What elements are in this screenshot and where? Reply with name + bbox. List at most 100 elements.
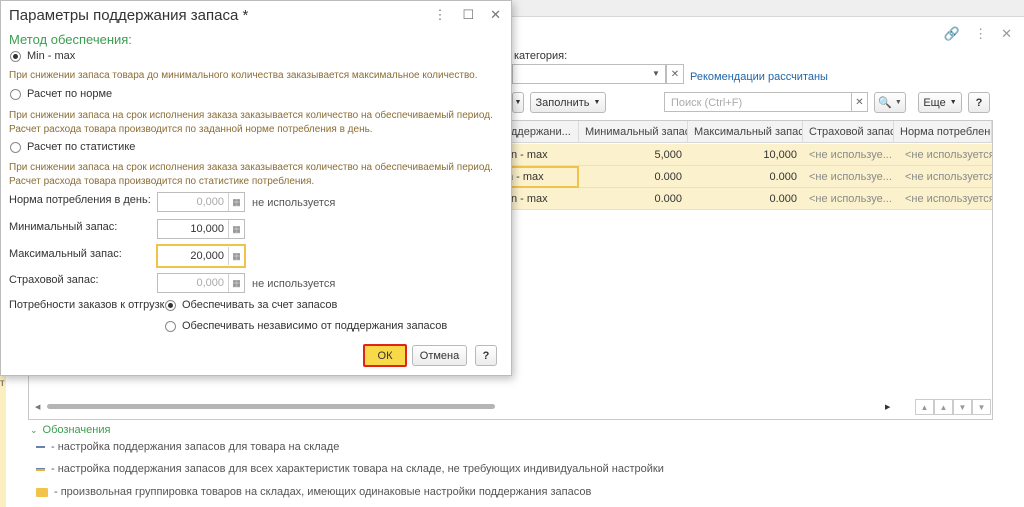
- chevron-down-icon: ▼: [949, 99, 957, 106]
- dash-icon: [36, 446, 45, 448]
- option-description: При снижении запаса на срок исполнения з…: [9, 110, 493, 135]
- search-icon: 🔍: [878, 97, 892, 109]
- radio-icon[interactable]: [10, 141, 21, 153]
- scroll-left-icon[interactable]: ◀: [35, 403, 40, 411]
- cancel-button[interactable]: Отмена: [412, 345, 467, 366]
- more-button-label: Еще: [923, 96, 946, 109]
- calculator-icon[interactable]: ▦: [228, 274, 244, 292]
- safety-value: 0,000: [196, 277, 224, 289]
- fill-button-label: Заполнить: [535, 96, 590, 109]
- min-stock-field[interactable]: 10,000 ▦: [157, 219, 245, 239]
- radio-selected-icon[interactable]: [165, 299, 176, 311]
- recommendations-link[interactable]: Рекомендации рассчитаны: [690, 71, 828, 83]
- fill-button[interactable]: Заполнить ▼: [530, 92, 606, 113]
- option-description: При снижении запаса товара до минимально…: [9, 70, 478, 81]
- legend-item: - настройка поддержания запасов для всех…: [36, 463, 664, 475]
- cell-safety: <не используе...: [809, 171, 892, 183]
- search-button[interactable]: 🔍 ▼: [874, 92, 906, 113]
- radio-selected-icon[interactable]: [10, 50, 21, 62]
- scrollbar-thumb[interactable]: [47, 404, 495, 409]
- first-row-icon[interactable]: ▲: [915, 399, 934, 415]
- chevron-down-icon: ⌄: [30, 424, 38, 435]
- cell-max: 10,000: [763, 149, 797, 161]
- col-header-max[interactable]: Максимальный запас: [688, 121, 803, 143]
- radio-label: Расчет по статистике: [27, 141, 136, 153]
- cell-norm: <не используется>: [905, 171, 992, 183]
- cell-min: 5,000: [654, 149, 682, 161]
- more-icon[interactable]: ⋮: [433, 7, 446, 23]
- category-input[interactable]: [512, 64, 666, 84]
- dropdown-arrow-icon[interactable]: ▼: [652, 69, 660, 78]
- category-label: категория:: [514, 50, 568, 62]
- help-button[interactable]: ?: [968, 92, 990, 113]
- toolbar-dropdown-button[interactable]: ▼: [512, 92, 524, 113]
- folder-icon: [36, 487, 48, 497]
- calculator-icon[interactable]: ▦: [228, 220, 244, 238]
- col-header-safety[interactable]: Страховой запас: [803, 121, 894, 143]
- search-clear-icon[interactable]: ✕: [851, 92, 868, 112]
- radio-label: Расчет по норме: [27, 88, 113, 100]
- scroll-right-icon[interactable]: ▶: [885, 403, 890, 411]
- legend-toggle[interactable]: ⌄ Обозначения: [30, 424, 110, 436]
- maximize-icon[interactable]: ☐: [462, 7, 474, 23]
- clear-icon[interactable]: ✕: [666, 64, 684, 84]
- norm-field[interactable]: 0,000 ▦: [157, 192, 245, 212]
- chevron-down-icon: ▼: [593, 99, 601, 106]
- last-row-icon[interactable]: ▼: [972, 399, 991, 415]
- search-input[interactable]: Поиск (Ctrl+F): [664, 92, 852, 112]
- radio-needs-from-stock[interactable]: Обеспечивать за счет запасов: [165, 299, 337, 311]
- row-nav-buttons: ▲ ▲ ▼ ▼: [915, 399, 991, 415]
- link-icon[interactable]: 🔗: [944, 26, 960, 42]
- radio-min-max[interactable]: Min - max: [10, 50, 75, 62]
- more-icon[interactable]: ⋮: [974, 26, 987, 42]
- cell-min: 0.000: [654, 171, 682, 183]
- max-label: Максимальный запас:: [9, 248, 122, 260]
- max-stock-field[interactable]: 20,000 ▦: [156, 244, 246, 268]
- option-description: При снижении запаса на срок исполнения з…: [9, 162, 493, 187]
- radio-icon[interactable]: [165, 320, 176, 332]
- next-row-icon[interactable]: ▼: [953, 399, 972, 415]
- left-panel-label: т: [0, 378, 5, 389]
- dialog-title: Параметры поддержания запаса *: [9, 7, 249, 24]
- prev-row-icon[interactable]: ▲: [934, 399, 953, 415]
- cell-max: 0.000: [769, 171, 797, 183]
- cell-method: n - max: [511, 149, 548, 161]
- legend-text: - настройка поддержания запасов для това…: [51, 441, 340, 453]
- radio-icon[interactable]: [10, 88, 21, 100]
- dialog-title-icons: ⋮ ☐ ✕: [433, 7, 501, 23]
- cell-max: 0.000: [769, 193, 797, 205]
- cell-safety: <не используе...: [809, 193, 892, 205]
- legend-item: - настройка поддержания запасов для това…: [36, 441, 339, 453]
- legend-item: - произвольная группировка товаров на ск…: [36, 486, 591, 498]
- norm-note: не используется: [252, 197, 336, 209]
- safety-stock-field[interactable]: 0,000 ▦: [157, 273, 245, 293]
- legend-text: - настройка поддержания запасов для всех…: [51, 463, 664, 475]
- needs-label: Потребности заказов к отгрузке:: [9, 299, 174, 311]
- norm-value: 0,000: [196, 196, 224, 208]
- close-icon[interactable]: ✕: [1001, 26, 1012, 42]
- dialog-help-button[interactable]: ?: [475, 345, 497, 366]
- more-button[interactable]: Еще ▼: [918, 92, 962, 113]
- radio-needs-independent[interactable]: Обеспечивать независимо от поддержания з…: [165, 320, 447, 332]
- radio-by-statistics[interactable]: Расчет по статистике: [10, 141, 135, 153]
- col-header-min[interactable]: Минимальный запас: [579, 121, 688, 143]
- norm-label: Норма потребления в день:: [9, 194, 151, 206]
- close-icon[interactable]: ✕: [490, 7, 501, 23]
- safety-note: не используется: [252, 278, 336, 290]
- calculator-icon[interactable]: ▦: [228, 247, 244, 265]
- min-value: 10,000: [190, 223, 224, 235]
- calculator-icon[interactable]: ▦: [228, 193, 244, 211]
- radio-label: Обеспечивать за счет запасов: [182, 299, 338, 311]
- col-header-norm[interactable]: Норма потребления: [894, 121, 992, 143]
- ok-button[interactable]: ОК: [363, 344, 407, 367]
- max-value: 20,000: [190, 250, 224, 262]
- radio-label: Обеспечивать независимо от поддержания з…: [182, 320, 448, 332]
- radio-by-norm[interactable]: Расчет по норме: [10, 88, 112, 100]
- cell-method: n - max: [511, 193, 548, 205]
- legend-title: Обозначения: [42, 424, 111, 436]
- window-icons: 🔗 ⋮ ✕: [944, 26, 1012, 42]
- cell-min: 0.000: [654, 193, 682, 205]
- method-section-title: Метод обеспечения:: [9, 32, 132, 47]
- radio-label: Min - max: [27, 50, 76, 62]
- horizontal-scrollbar[interactable]: ◀ ▶: [35, 403, 895, 411]
